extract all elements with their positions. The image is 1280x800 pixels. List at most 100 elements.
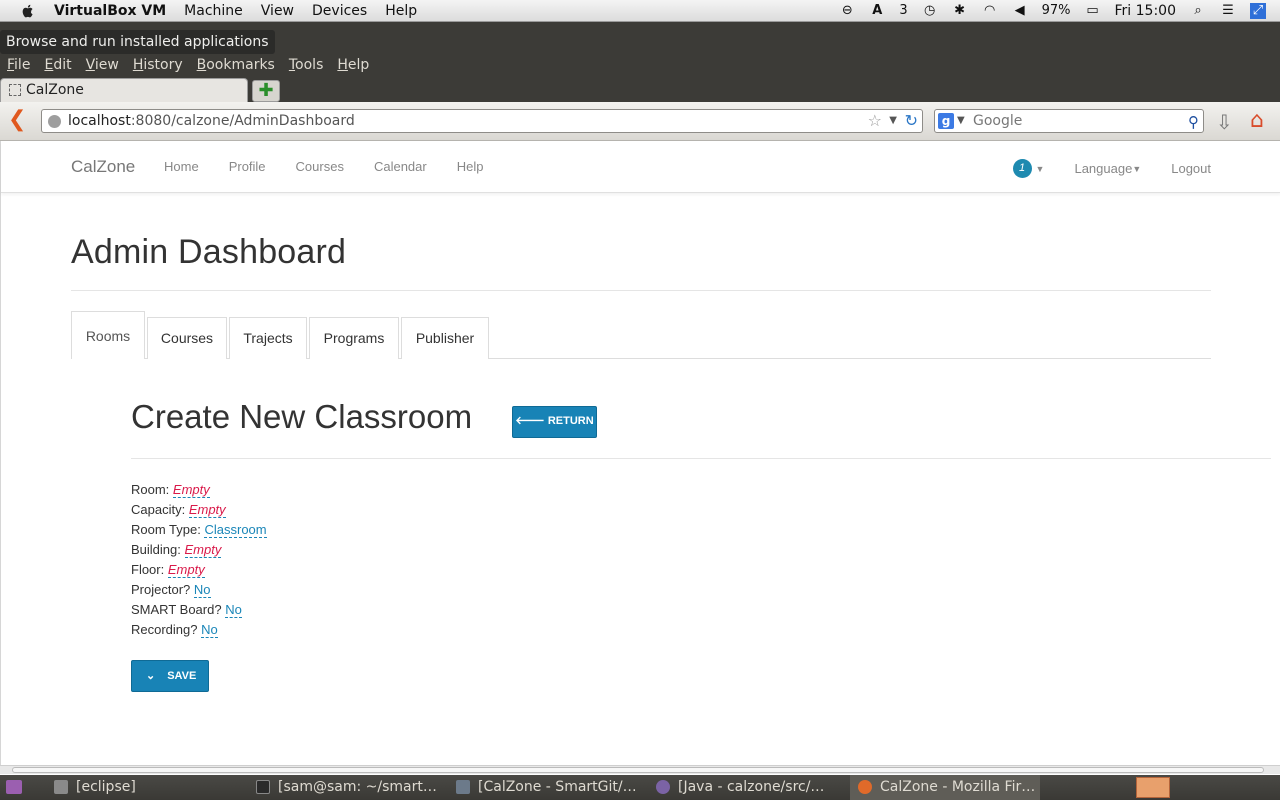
tab-publisher[interactable]: Publisher (401, 317, 489, 359)
chevron-down-icon[interactable]: ▼ (1036, 164, 1045, 174)
search-icon[interactable]: ⚲ (1188, 111, 1199, 133)
building-value[interactable]: Empty (184, 542, 222, 558)
floor-value[interactable]: Empty (167, 562, 205, 578)
apple-icon[interactable] (20, 3, 40, 19)
firefox-tray-icon[interactable] (1136, 777, 1170, 798)
chevron-down-icon[interactable]: ▼ (1132, 164, 1141, 174)
dnd-icon[interactable]: ⊖ (839, 3, 855, 19)
field-projector: Projector? No (131, 580, 267, 600)
app-name[interactable]: VirtualBox VM (54, 3, 166, 19)
field-label: Projector? (131, 582, 191, 597)
back-icon[interactable]: ❮ (8, 109, 30, 131)
reload-icon[interactable]: ↻ (905, 112, 918, 130)
list-icon[interactable]: ☰ (1220, 3, 1236, 19)
new-tab-button[interactable]: ✚ (252, 80, 280, 102)
language-menu[interactable]: Language (1074, 161, 1132, 176)
tab-trajects[interactable]: Trajects (229, 317, 307, 359)
task-java[interactable]: [Java - calzone/src/… (648, 775, 844, 800)
divider (131, 458, 1271, 459)
eclipse-icon (54, 780, 68, 794)
tab-programs[interactable]: Programs (309, 317, 399, 359)
field-label: SMART Board? (131, 602, 222, 617)
room-form: Room: Empty Capacity: Empty Room Type: C… (131, 480, 267, 640)
site-brand[interactable]: CalZone (71, 157, 135, 177)
volume-icon[interactable]: ◀ (1012, 3, 1028, 19)
fullscreen-icon[interactable]: ⤢ (1250, 2, 1266, 19)
home-icon[interactable]: ⌂ (1250, 108, 1264, 133)
google-engine-icon[interactable]: g (938, 113, 954, 129)
url-dropdown-icon[interactable]: ▼ (889, 110, 897, 132)
show-desktop-icon[interactable] (6, 780, 22, 794)
task-terminal[interactable]: [sam@sam: ~/smart… (248, 775, 448, 800)
menu-history[interactable]: History (133, 54, 183, 76)
menu-bookmarks[interactable]: Bookmarks (197, 54, 275, 76)
battery-icon[interactable]: ▭ (1085, 3, 1101, 19)
recording-value[interactable]: No (201, 622, 218, 638)
menu-help[interactable]: Help (385, 3, 417, 19)
search-bar[interactable]: g ▼ Google ⚲ (934, 109, 1204, 133)
capacity-value[interactable]: Empty (188, 502, 226, 518)
bluetooth-icon[interactable]: ✱ (952, 3, 968, 19)
taskbar: [eclipse] [sam@sam: ~/smart… [CalZone - … (0, 775, 1280, 800)
tab-strip: CalZone ✚ (0, 78, 1280, 102)
browser-tab[interactable]: CalZone (0, 78, 248, 102)
logout-link[interactable]: Logout (1171, 161, 1211, 176)
spotlight-icon[interactable]: ⌕ (1190, 3, 1206, 19)
field-capacity: Capacity: Empty (131, 500, 267, 520)
download-icon[interactable]: ⇩ (1216, 110, 1233, 134)
menu-edit[interactable]: Edit (44, 54, 71, 76)
terminal-icon (256, 780, 270, 794)
nav-help[interactable]: Help (457, 159, 484, 174)
clock[interactable]: Fri 15:00 (1115, 3, 1176, 19)
task-firefox[interactable]: CalZone - Mozilla Fir… (850, 775, 1040, 800)
menu-file[interactable]: File (7, 54, 30, 76)
nav-courses[interactable]: Courses (296, 159, 344, 174)
tab-rooms[interactable]: Rooms (71, 311, 145, 359)
adobe-icon[interactable]: A (869, 3, 885, 19)
url-bar[interactable]: localhost:8080/calzone/AdminDashboard ☆ … (41, 109, 923, 133)
menu-machine[interactable]: Machine (184, 3, 243, 19)
page-title: Admin Dashboard (71, 233, 347, 271)
task-label: [CalZone - SmartGit/… (478, 779, 637, 795)
projector-value[interactable]: No (193, 582, 211, 598)
field-recording: Recording? No (131, 620, 267, 640)
wifi-icon[interactable]: ◠ (982, 3, 998, 19)
web-page: CalZone Home Profile Courses Calendar He… (0, 141, 1280, 765)
menu-tools[interactable]: Tools (289, 54, 324, 76)
save-label: SAVE (167, 670, 197, 682)
menu-view[interactable]: View (261, 3, 294, 19)
nav-home[interactable]: Home (164, 159, 199, 174)
return-button[interactable]: 🡐 RETURN (512, 406, 597, 438)
site-identity-icon[interactable] (48, 115, 61, 128)
notification-badge[interactable]: 1 (1012, 159, 1032, 178)
field-room-type: Room Type: Classroom (131, 520, 267, 540)
menu-help[interactable]: Help (337, 54, 369, 76)
horizontal-scrollbar[interactable] (0, 765, 1280, 774)
time-machine-icon[interactable]: ◷ (922, 3, 938, 19)
tab-courses[interactable]: Courses (147, 317, 227, 359)
task-smartgit[interactable]: [CalZone - SmartGit/… (448, 775, 648, 800)
launcher-tooltip: Browse and run installed applications (0, 30, 275, 54)
bookmark-star-icon[interactable]: ☆ (868, 110, 882, 132)
browser-chrome: Browse and run installed applications Fi… (0, 22, 1280, 141)
menu-view[interactable]: View (86, 54, 119, 76)
smart-board-value[interactable]: No (225, 602, 242, 618)
save-button[interactable]: ⌄ SAVE (131, 660, 209, 692)
smartgit-icon (456, 780, 470, 794)
nav-calendar[interactable]: Calendar (374, 159, 427, 174)
return-label: RETURN (547, 415, 594, 427)
room-value[interactable]: Empty (172, 482, 210, 498)
task-eclipse[interactable]: [eclipse] (46, 775, 246, 800)
menu-devices[interactable]: Devices (312, 3, 367, 19)
task-label: [sam@sam: ~/smart… (278, 779, 437, 795)
field-label: Room Type: (131, 522, 201, 537)
engine-dropdown-icon[interactable]: ▼ (957, 110, 965, 132)
host-menu-bar: VirtualBox VM Machine View Devices Help … (0, 0, 1280, 22)
favicon-icon (9, 84, 21, 96)
room-type-value[interactable]: Classroom (204, 522, 267, 538)
task-label: CalZone - Mozilla Fir… (880, 779, 1036, 795)
divider (71, 290, 1211, 291)
field-label: Floor: (131, 562, 165, 577)
nav-profile[interactable]: Profile (229, 159, 266, 174)
scrollbar-thumb[interactable] (12, 767, 1264, 773)
